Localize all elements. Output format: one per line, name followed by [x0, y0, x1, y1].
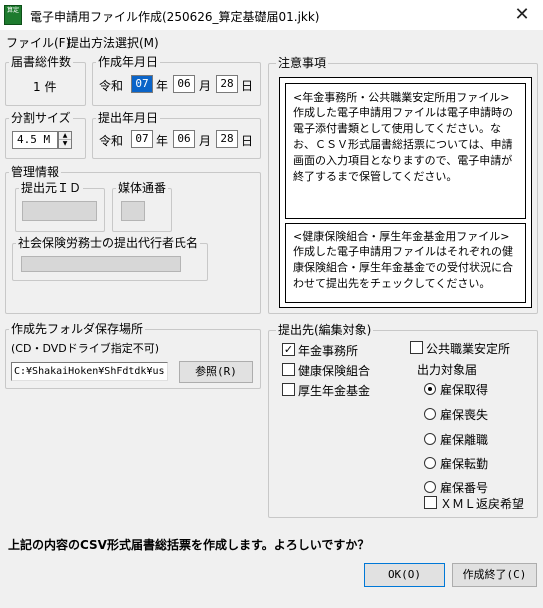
radio-hire-number-label: 雇保番号 [440, 481, 489, 495]
window-title: 電子申請用ファイル作成(250626_算定基礎届01.jkk) [30, 10, 320, 24]
agent-name-label: 社会保険労務士の提出代行者氏名 [16, 236, 201, 250]
xml-return-label: ＸＭＬ返戻希望 [440, 497, 525, 511]
submitter-id-label: 提出元ＩＤ [19, 181, 84, 195]
total-count-value: 1 件 [33, 80, 57, 94]
radio-hire-transfer[interactable] [424, 457, 436, 469]
pension-fund-checkbox[interactable] [282, 383, 295, 396]
health-union-label: 健康保険組合 [298, 364, 371, 378]
radio-hire-acquire-label: 雇保取得 [440, 383, 489, 397]
radio-hire-loss[interactable] [424, 408, 436, 420]
notice-section-2: <健康保険組合・厚生年金基金用ファイル> 作成した電子申請用ファイルはそれぞれの… [285, 223, 526, 303]
pension-fund-label: 厚生年金基金 [298, 384, 371, 398]
submit-month-field[interactable]: 06 [173, 130, 195, 148]
submit-day-unit: 日 [241, 134, 254, 148]
notice-section-2-text: 作成した電子申請用ファイルはそれぞれの健康保険組合・厚生年金基金での受付状況に合… [293, 245, 513, 290]
radio-hire-transfer-label: 雇保転勤 [440, 457, 489, 471]
notice-panel: <年金事務所・公共職業安定所用ファイル> 作成した電子申請用ファイルは電子申請時… [279, 77, 532, 308]
menu-submit-method[interactable]: 提出方法選択(M) [67, 34, 159, 51]
folder-label: 作成先フォルダ保存場所 [9, 322, 146, 336]
submit-day-field[interactable]: 28 [216, 130, 238, 148]
ok-button[interactable]: OK(O) [364, 563, 445, 587]
created-day-field[interactable]: 28 [216, 75, 238, 93]
submitter-id-field[interactable] [22, 201, 97, 221]
radio-hire-number[interactable] [424, 481, 436, 493]
destination-label: 提出先(編集対象) [276, 323, 374, 337]
folder-path-input[interactable]: C:¥ShakaiHoken¥ShFdtdk¥us [11, 362, 168, 381]
pension-office-label: 年金事務所 [298, 344, 359, 358]
confirm-message: 上記の内容のCSV形式届書総括票を作成します。よろしいですか？ [8, 538, 370, 552]
created-year-field[interactable]: 07 [131, 75, 153, 93]
created-month-unit: 月 [199, 79, 212, 93]
radio-hire-loss-label: 雇保喪失 [440, 408, 489, 422]
folder-note: (CD・DVDドライブ指定不可) [11, 342, 160, 355]
app-icon: 算定 [4, 5, 22, 25]
split-size-field[interactable]: 4.5 M [12, 131, 58, 149]
menu-bar: ファイル(F) 提出方法選択(M) [0, 31, 543, 51]
radio-hire-separation[interactable] [424, 433, 436, 445]
pension-office-checkbox[interactable]: ✓ [282, 343, 295, 356]
created-date-label: 作成年月日 [96, 55, 161, 69]
health-union-checkbox[interactable] [282, 363, 295, 376]
created-month-field[interactable]: 06 [173, 75, 195, 93]
media-number-field[interactable] [121, 201, 145, 221]
output-target-label: 出力対象届 [417, 363, 478, 377]
agent-name-field[interactable] [21, 256, 181, 272]
spin-up-icon[interactable]: ▲ [59, 132, 71, 140]
exit-button[interactable]: 作成終了(C) [452, 563, 537, 587]
media-number-label: 媒体通番 [116, 181, 169, 195]
total-count-label: 届書総件数 [9, 55, 74, 69]
employment-office-label: 公共職業安定所 [426, 342, 511, 356]
submit-date-era: 令和 [99, 134, 124, 148]
split-size-label: 分割サイズ [9, 111, 73, 125]
notice-label: 注意事項 [276, 56, 329, 70]
browse-button[interactable]: 参照(R) [179, 361, 253, 383]
spin-down-icon[interactable]: ▼ [59, 140, 71, 148]
radio-hire-acquire[interactable] [424, 383, 436, 395]
notice-section-1: <年金事務所・公共職業安定所用ファイル> 作成した電子申請用ファイルは電子申請時… [285, 83, 526, 219]
split-size-spinner[interactable]: ▲ ▼ [58, 131, 72, 149]
notice-section-2-heading: <健康保険組合・厚生年金基金用ファイル> [293, 230, 510, 243]
submit-year-field[interactable]: 07 [131, 130, 153, 148]
title-bar: 算定 電子申請用ファイル作成(250626_算定基礎届01.jkk) ✕ [0, 0, 543, 31]
submit-month-unit: 月 [199, 134, 212, 148]
menu-file[interactable]: ファイル(F) [6, 34, 70, 51]
notice-section-1-text: 作成した電子申請用ファイルは電子申請時の電子添付書類として使用してください。なお… [293, 106, 513, 183]
created-date-era: 令和 [99, 79, 124, 93]
notice-section-1-heading: <年金事務所・公共職業安定所用ファイル> [293, 91, 510, 104]
management-label: 管理情報 [9, 165, 62, 179]
employment-office-checkbox[interactable] [410, 341, 423, 354]
close-icon[interactable]: ✕ [507, 4, 537, 26]
submit-year-unit: 年 [156, 134, 169, 148]
created-day-unit: 日 [241, 79, 254, 93]
radio-hire-separation-label: 雇保離職 [440, 433, 489, 447]
submit-date-label: 提出年月日 [96, 111, 161, 125]
xml-return-checkbox[interactable] [424, 496, 437, 509]
created-year-unit: 年 [156, 79, 169, 93]
